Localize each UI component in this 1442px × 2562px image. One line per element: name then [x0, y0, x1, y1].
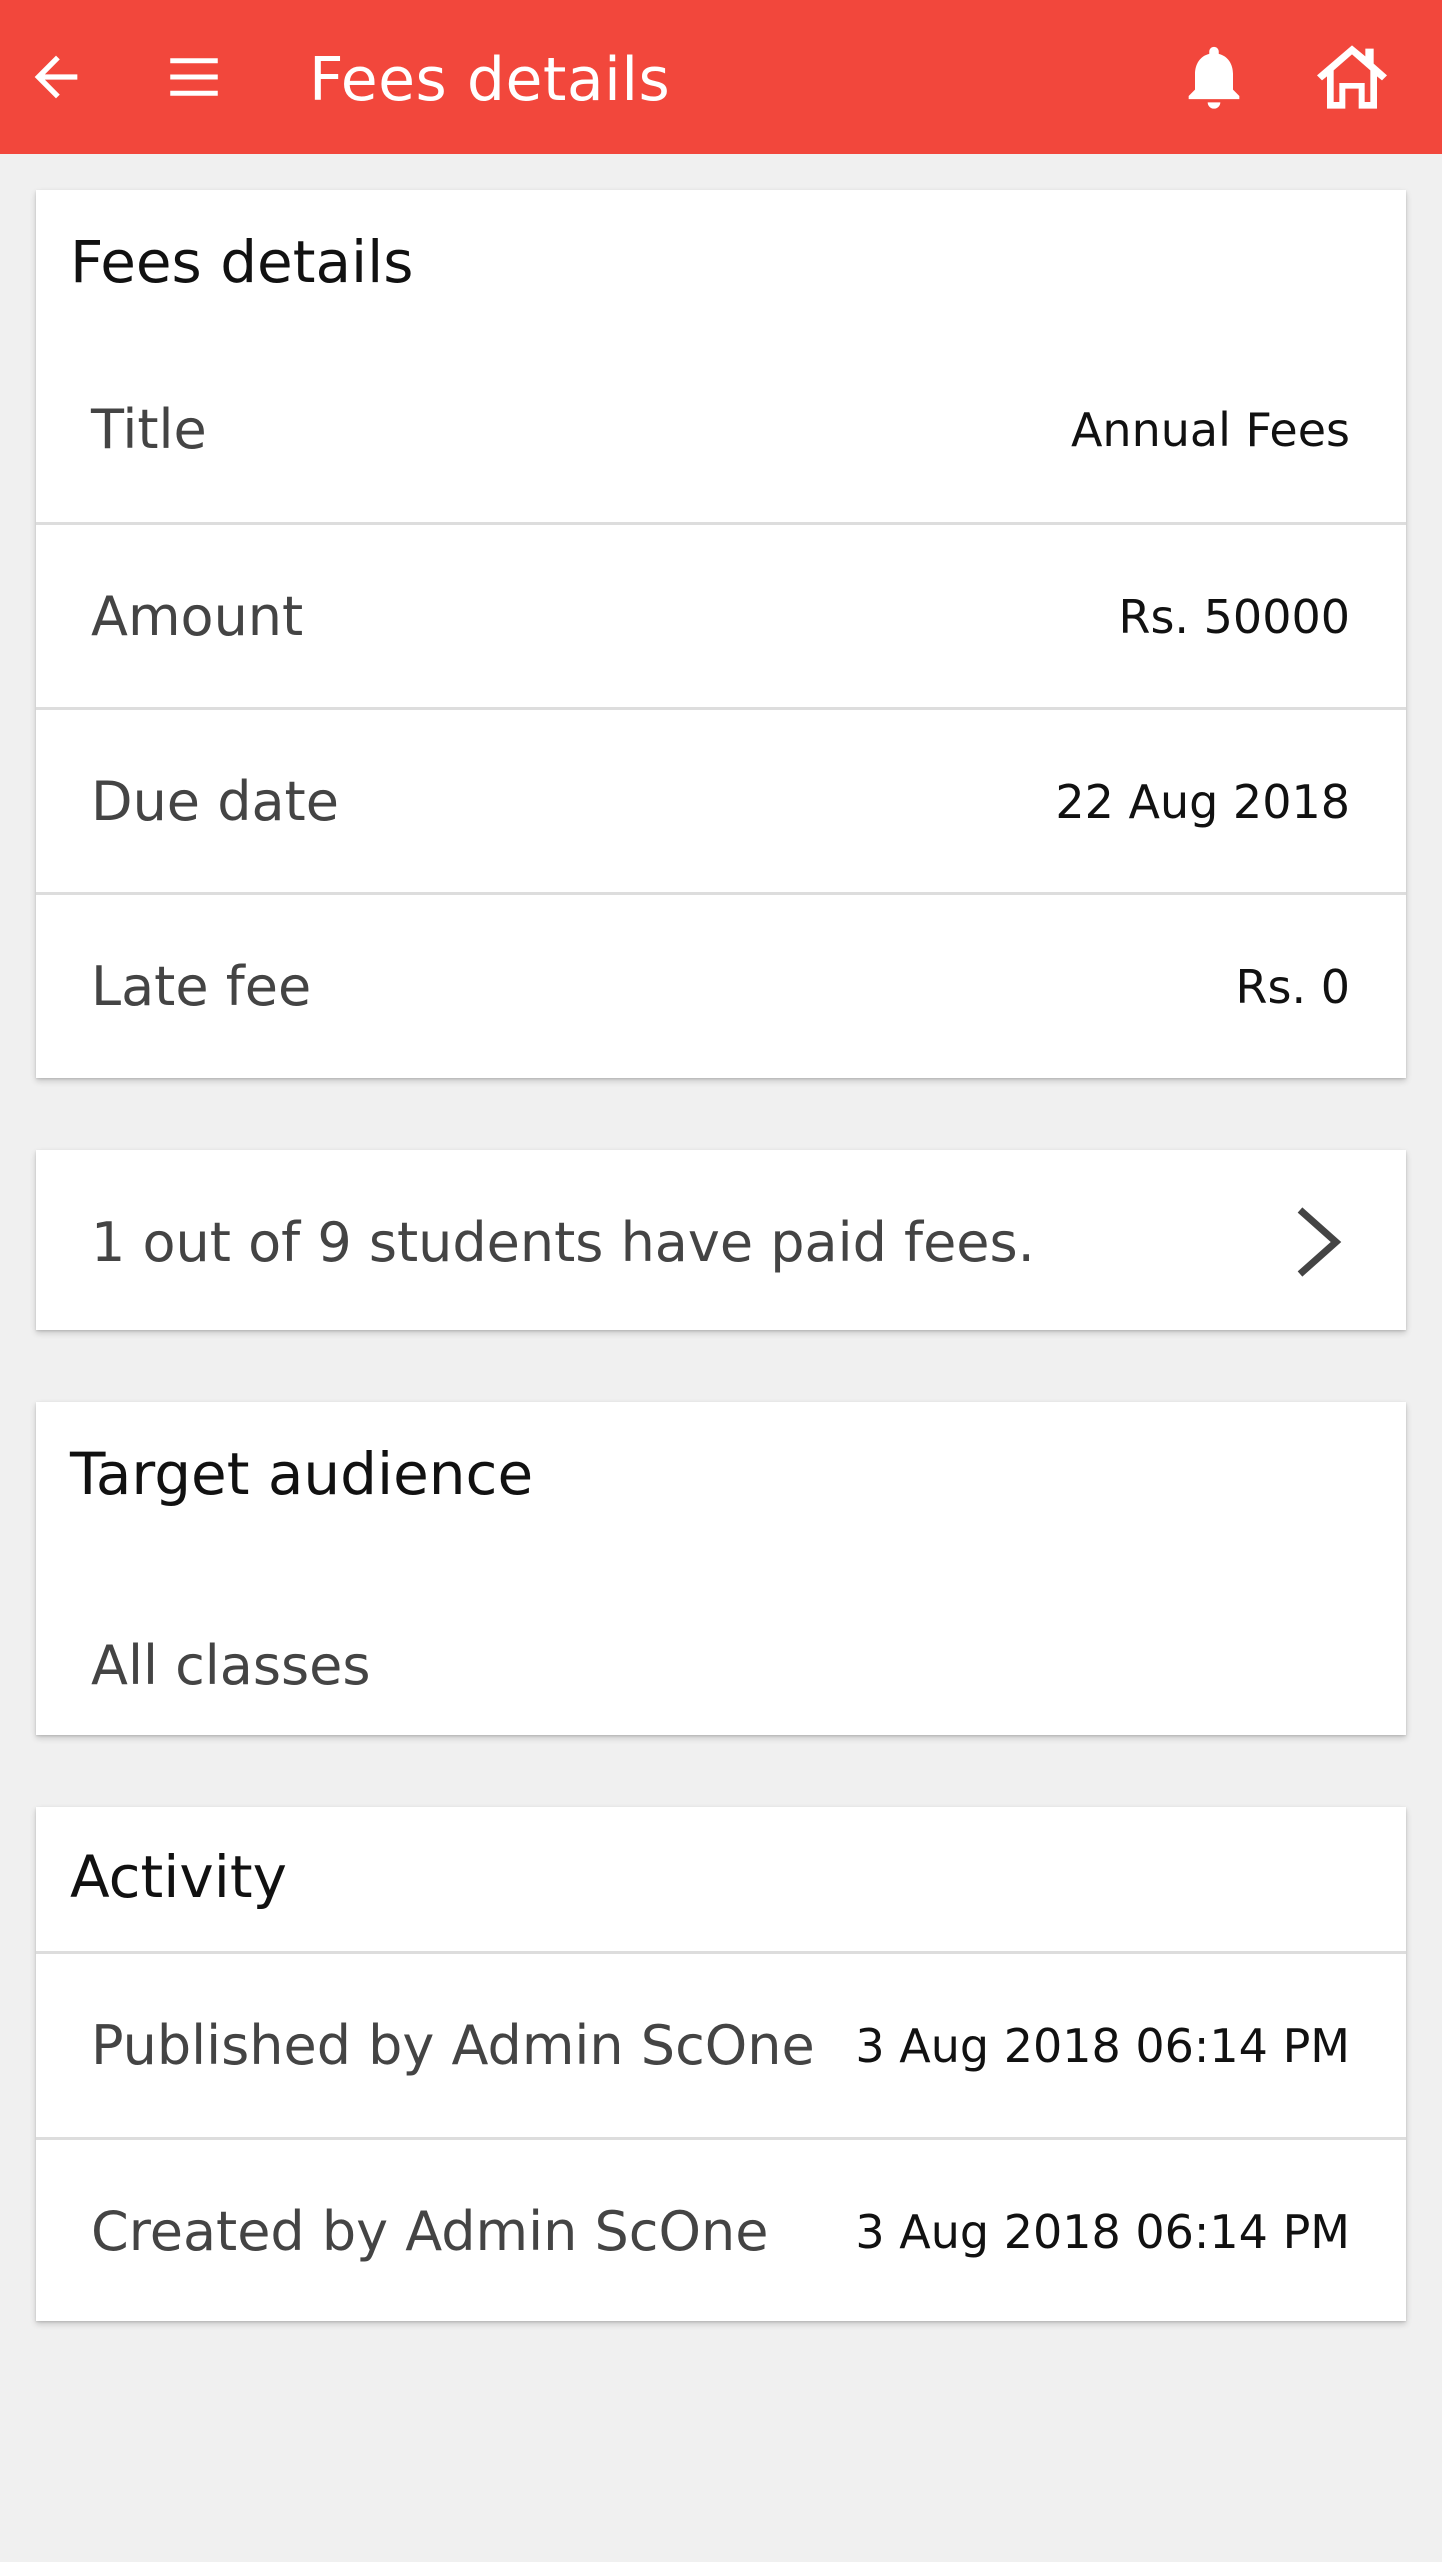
row-label: Created by Admin ScOne — [91, 2200, 769, 2263]
activity-row-created: Created by Admin ScOne 3 Aug 2018 06:14 … — [36, 2137, 1406, 2324]
home-icon — [1317, 45, 1387, 109]
row-value: 22 Aug 2018 — [1055, 775, 1350, 829]
target-audience-card: Target audience All classes — [36, 1402, 1406, 1735]
activity-card-title: Activity — [70, 1843, 287, 1911]
page-title: Fees details — [309, 45, 671, 115]
home-button[interactable] — [1302, 27, 1402, 127]
fees-card-title: Fees details — [70, 228, 414, 296]
fee-row-title: Title Annual Fees — [36, 338, 1406, 522]
fee-row-late-fee: Late fee Rs. 0 — [36, 892, 1406, 1079]
audience-card-title: Target audience — [70, 1440, 534, 1508]
row-value: 3 Aug 2018 06:14 PM — [855, 2205, 1350, 2259]
bell-icon — [1188, 46, 1240, 109]
chevron-right-icon — [1297, 1207, 1342, 1277]
menu-button[interactable] — [144, 27, 244, 127]
fee-row-amount: Amount Rs. 50000 — [36, 522, 1406, 709]
audience-value: All classes — [91, 1634, 371, 1697]
fee-row-due-date: Due date 22 Aug 2018 — [36, 707, 1406, 894]
row-label: Title — [91, 398, 207, 461]
row-label: Late fee — [91, 955, 312, 1018]
notifications-button[interactable] — [1164, 27, 1264, 127]
row-value: Rs. 50000 — [1118, 590, 1350, 644]
activity-card: Activity Published by Admin ScOne 3 Aug … — [36, 1807, 1406, 2321]
row-value: Rs. 0 — [1235, 960, 1350, 1014]
row-label: Due date — [91, 770, 339, 833]
payment-summary-text: 1 out of 9 students have paid fees. — [91, 1211, 1035, 1274]
row-value: 3 Aug 2018 06:14 PM — [855, 2019, 1350, 2073]
row-label: Published by Admin ScOne — [91, 2014, 815, 2077]
arrow-left-icon — [34, 55, 78, 99]
activity-row-published: Published by Admin ScOne 3 Aug 2018 06:1… — [36, 1951, 1406, 2138]
fees-details-card: Fees details Title Annual Fees Amount Rs… — [36, 190, 1406, 1078]
payment-summary-card[interactable]: 1 out of 9 students have paid fees. — [36, 1150, 1406, 1330]
row-value: Annual Fees — [1070, 403, 1350, 457]
hamburger-menu-icon — [170, 58, 218, 96]
app-bar: Fees details — [0, 0, 1442, 154]
back-button[interactable] — [6, 27, 106, 127]
row-label: Amount — [91, 585, 304, 648]
